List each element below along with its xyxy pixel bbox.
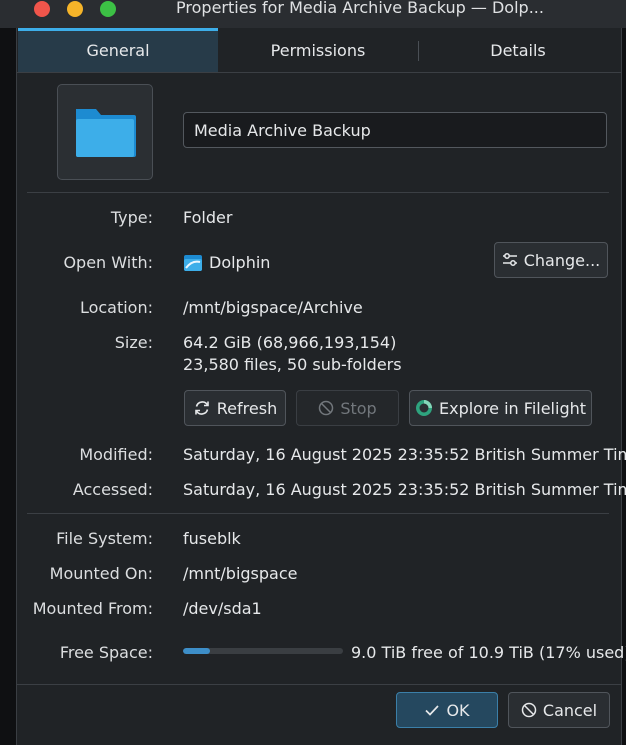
window-titlebar: Properties for Media Archive Backup — Do…	[0, 0, 626, 28]
open-with-label: Open With:	[63, 253, 153, 272]
mounted-on-value: /mnt/bigspace	[183, 564, 298, 583]
stop-button[interactable]: Stop	[296, 390, 399, 426]
disk-usage-bar	[183, 648, 343, 654]
size-label: Size:	[114, 333, 153, 352]
maximize-window-button[interactable]	[100, 1, 116, 17]
type-label: Type:	[110, 208, 153, 227]
ok-button-label: OK	[446, 700, 470, 720]
explore-in-filelight-button[interactable]: Explore in Filelight	[409, 390, 592, 426]
free-space-value: 9.0 TiB free of 10.9 TiB (17% used)	[351, 643, 626, 662]
separator	[27, 192, 609, 193]
refresh-icon	[194, 401, 209, 415]
footer-separator	[17, 684, 621, 685]
folder-icon-button[interactable]	[57, 84, 153, 180]
cancel-button-label: Cancel	[542, 700, 598, 720]
window-title: Properties for Media Archive Backup — Do…	[176, 0, 544, 17]
separator	[27, 513, 609, 514]
location-label: Location:	[79, 298, 153, 317]
mounted-from-label: Mounted From:	[32, 599, 153, 618]
file-system-value: fuseblk	[183, 529, 241, 548]
mounted-from-value: /dev/sda1	[183, 599, 262, 618]
checkmark-icon	[425, 705, 440, 716]
filelight-icon	[415, 400, 432, 416]
size-count-value: 23,580 files, 50 sub-folders	[183, 355, 402, 374]
cancel-icon	[521, 702, 537, 718]
stop-button-label: Stop	[340, 398, 377, 418]
tab-permissions[interactable]: Permissions	[218, 28, 418, 72]
folder-icon	[76, 109, 136, 157]
type-value: Folder	[183, 208, 233, 227]
size-value: 64.2 GiB (68,966,193,154)	[183, 333, 397, 352]
accessed-value: Saturday, 16 August 2025 23:35:52 Britis…	[183, 480, 626, 499]
refresh-button-label: Refresh	[216, 398, 278, 418]
mounted-on-label: Mounted On:	[49, 564, 153, 583]
accessed-label: Accessed:	[72, 480, 153, 499]
open-with-app-name: Dolphin	[209, 253, 271, 272]
free-space-label: Free Space:	[59, 643, 153, 662]
change-button-label: Change...	[523, 250, 601, 270]
settings-sliders-icon	[502, 253, 517, 266]
dolphin-app-icon	[184, 254, 202, 271]
refresh-button[interactable]: Refresh	[184, 390, 286, 426]
change-app-button[interactable]: Change...	[494, 242, 608, 278]
properties-dialog: General Permissions Details Type: Folder…	[16, 28, 626, 745]
ok-button[interactable]: OK	[396, 692, 498, 728]
open-with-value: Dolphin	[183, 253, 270, 272]
location-value: /mnt/bigspace/Archive	[183, 298, 363, 317]
file-system-label: File System:	[56, 529, 153, 548]
filelight-button-label: Explore in Filelight	[438, 398, 587, 418]
folder-name-input[interactable]	[183, 112, 607, 148]
close-window-button[interactable]	[34, 1, 50, 17]
stop-icon	[319, 400, 334, 416]
minimize-window-button[interactable]	[67, 1, 83, 17]
tab-general[interactable]: General	[18, 28, 218, 72]
modified-label: Modified:	[79, 445, 153, 464]
cancel-button[interactable]: Cancel	[508, 692, 610, 728]
tab-bar: General Permissions Details	[17, 28, 621, 73]
disk-usage-fill	[183, 648, 211, 654]
modified-value: Saturday, 16 August 2025 23:35:52 Britis…	[183, 445, 626, 464]
tab-details[interactable]: Details	[418, 28, 618, 72]
